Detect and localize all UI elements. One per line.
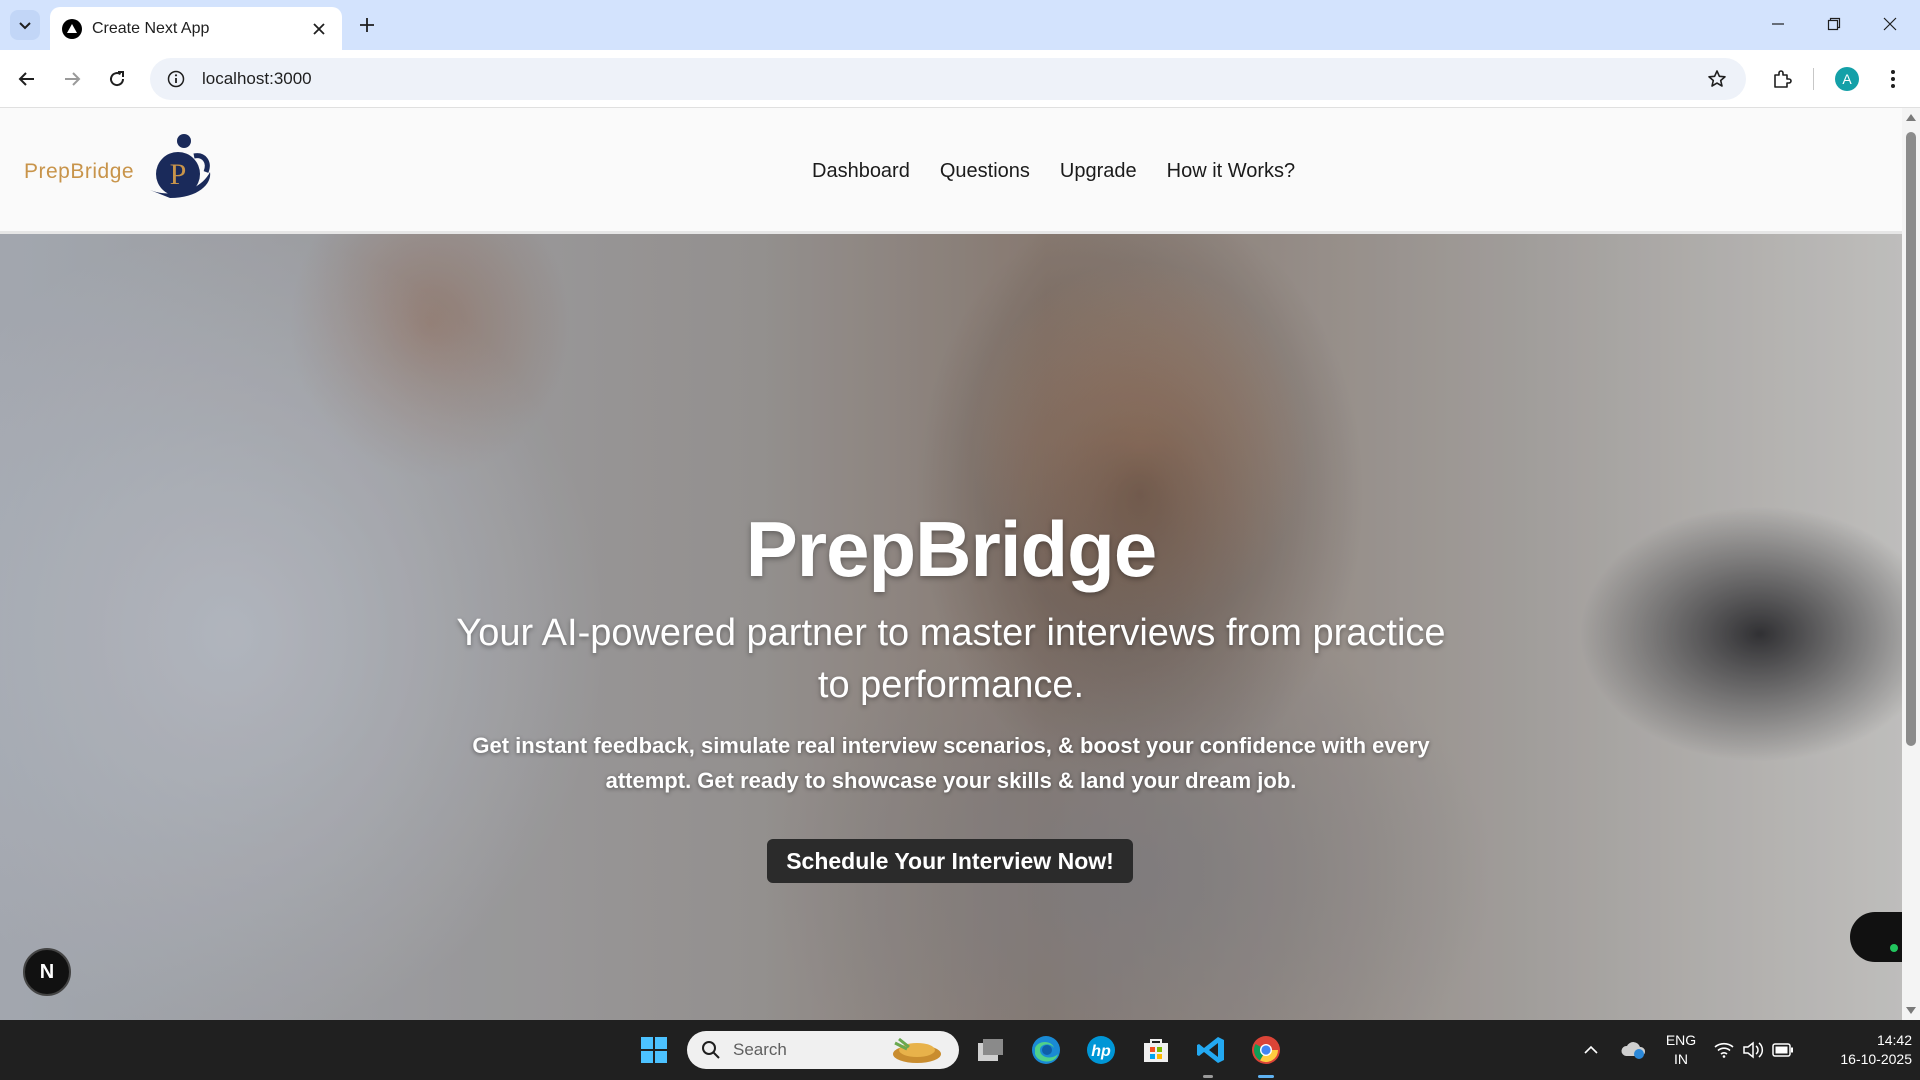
nav-link-dashboard[interactable]: Dashboard bbox=[812, 160, 910, 183]
page-scrollbar[interactable] bbox=[1902, 108, 1920, 1020]
window-restore-button[interactable] bbox=[1806, 0, 1862, 48]
tab-search-button[interactable] bbox=[10, 10, 40, 40]
hero-title: PrepBridge bbox=[745, 505, 1157, 593]
browser-tab-active[interactable]: Create Next App bbox=[50, 7, 342, 50]
minimize-icon bbox=[1772, 23, 1784, 25]
restore-icon bbox=[1827, 17, 1841, 31]
tab-title: Create Next App bbox=[92, 19, 210, 37]
plus-icon bbox=[360, 18, 374, 32]
extensions-button[interactable] bbox=[1765, 62, 1799, 96]
taskbar-search-placeholder: Search bbox=[733, 1040, 787, 1059]
taskbar-store[interactable] bbox=[1135, 1029, 1177, 1071]
browser-toolbar: localhost:3000 A bbox=[0, 50, 1920, 108]
site-info-icon[interactable] bbox=[166, 69, 186, 89]
task-view-button[interactable] bbox=[970, 1029, 1012, 1071]
nav-link-upgrade[interactable]: Upgrade bbox=[1060, 160, 1137, 183]
nextjs-dev-tools-button[interactable]: N bbox=[23, 948, 71, 996]
search-highlight-icon bbox=[893, 1037, 941, 1063]
edge-browser-icon bbox=[1032, 1036, 1060, 1064]
chevron-up-icon bbox=[1584, 1045, 1598, 1054]
logo-letter: P bbox=[170, 158, 187, 191]
clock-date: 16-10-2025 bbox=[1840, 1051, 1912, 1067]
nav-link-questions[interactable]: Questions bbox=[940, 160, 1030, 183]
clock-time: 14:42 bbox=[1876, 1032, 1912, 1048]
site-header: PrepBridge P Dashboard Questions Upgrade… bbox=[0, 108, 1902, 234]
arrow-left-icon bbox=[18, 72, 34, 86]
svg-text:hp: hp bbox=[1091, 1043, 1111, 1060]
main-nav: Dashboard Questions Upgrade How it Works… bbox=[812, 160, 1295, 183]
nav-link-how-it-works[interactable]: How it Works? bbox=[1167, 160, 1296, 183]
hero-description: Get instant feedback, simulate real inte… bbox=[472, 733, 1430, 793]
chrome-icon bbox=[1252, 1036, 1280, 1064]
brand-name: PrepBridge bbox=[24, 160, 135, 183]
vscode-running-indicator bbox=[1203, 1075, 1213, 1078]
search-icon bbox=[702, 1041, 720, 1059]
cloud-sync-icon bbox=[1621, 1042, 1646, 1059]
avatar: A bbox=[1835, 67, 1859, 91]
chevron-down-icon bbox=[19, 22, 31, 30]
hp-icon: hp bbox=[1087, 1036, 1115, 1064]
chrome-active-indicator bbox=[1258, 1075, 1274, 1078]
tab-close-button[interactable] bbox=[308, 18, 330, 40]
toolbar-separator bbox=[1813, 68, 1814, 90]
taskbar-hp[interactable]: hp bbox=[1080, 1029, 1122, 1071]
browser-tab-strip: Create Next App bbox=[0, 0, 1920, 50]
quick-settings-button[interactable] bbox=[1706, 1029, 1802, 1071]
language-region: IN bbox=[1674, 1051, 1688, 1067]
prepbridge-logo-icon: P bbox=[150, 134, 211, 198]
scroll-down-arrow-icon[interactable] bbox=[1906, 1007, 1916, 1014]
battery-icon bbox=[1772, 1043, 1793, 1057]
windows-taskbar: Search hp ENG IN 14:42 16-10-2025 bbox=[0, 1020, 1920, 1080]
taskbar-edge[interactable] bbox=[1025, 1029, 1067, 1071]
scroll-thumb[interactable] bbox=[1906, 132, 1916, 746]
page-viewport: PrepBridge P Dashboard Questions Upgrade… bbox=[0, 108, 1902, 1020]
taskbar-chrome[interactable] bbox=[1245, 1029, 1287, 1071]
nextjs-favicon-icon bbox=[62, 18, 82, 39]
microsoft-store-icon bbox=[1144, 1039, 1168, 1062]
start-button[interactable] bbox=[633, 1029, 675, 1071]
onedrive-tray-button[interactable] bbox=[1612, 1029, 1654, 1071]
scroll-up-arrow-icon[interactable] bbox=[1906, 114, 1916, 121]
brand-link[interactable]: PrepBridge P bbox=[24, 132, 218, 204]
star-icon bbox=[1708, 70, 1726, 87]
new-tab-button[interactable] bbox=[352, 10, 382, 40]
url-text[interactable]: localhost:3000 bbox=[202, 69, 1704, 89]
puzzle-icon bbox=[1774, 70, 1792, 88]
hero-content: PrepBridge Your AI-powered partner to ma… bbox=[0, 234, 1902, 1020]
window-minimize-button[interactable] bbox=[1750, 0, 1806, 48]
browser-menu-button[interactable] bbox=[1876, 62, 1910, 96]
volume-icon bbox=[1743, 1041, 1764, 1059]
profile-button[interactable]: A bbox=[1830, 62, 1864, 96]
taskbar-vscode[interactable] bbox=[1190, 1029, 1232, 1071]
show-hidden-icons-button[interactable] bbox=[1570, 1029, 1612, 1071]
close-icon bbox=[313, 22, 325, 35]
hero-section: PrepBridge Your AI-powered partner to ma… bbox=[0, 234, 1902, 1020]
more-vertical-icon bbox=[1891, 70, 1895, 88]
language-indicator[interactable]: ENG IN bbox=[1660, 1031, 1702, 1069]
bookmark-star-button[interactable] bbox=[1704, 66, 1730, 92]
close-icon bbox=[1883, 17, 1897, 31]
windows-logo-icon bbox=[641, 1037, 667, 1063]
vscode-icon bbox=[1197, 1037, 1224, 1063]
language-code: ENG bbox=[1665, 1032, 1697, 1048]
schedule-interview-button[interactable]: Schedule Your Interview Now! bbox=[767, 839, 1133, 883]
hero-subtitle: Your AI-powered partner to master interv… bbox=[456, 612, 1446, 706]
wifi-icon bbox=[1714, 1042, 1734, 1058]
task-view-icon bbox=[978, 1039, 1003, 1061]
taskbar-search[interactable]: Search bbox=[687, 1031, 959, 1069]
online-status-dot bbox=[1890, 944, 1898, 952]
back-button[interactable] bbox=[10, 62, 44, 96]
clock[interactable]: 14:42 16-10-2025 bbox=[1808, 1031, 1912, 1069]
chat-widget-button[interactable] bbox=[1850, 912, 1902, 962]
reload-icon bbox=[110, 71, 125, 87]
reload-button[interactable] bbox=[100, 62, 134, 96]
address-bar[interactable]: localhost:3000 bbox=[150, 58, 1746, 100]
window-close-button[interactable] bbox=[1862, 0, 1918, 48]
forward-button[interactable] bbox=[55, 62, 89, 96]
arrow-right-icon bbox=[65, 72, 81, 86]
